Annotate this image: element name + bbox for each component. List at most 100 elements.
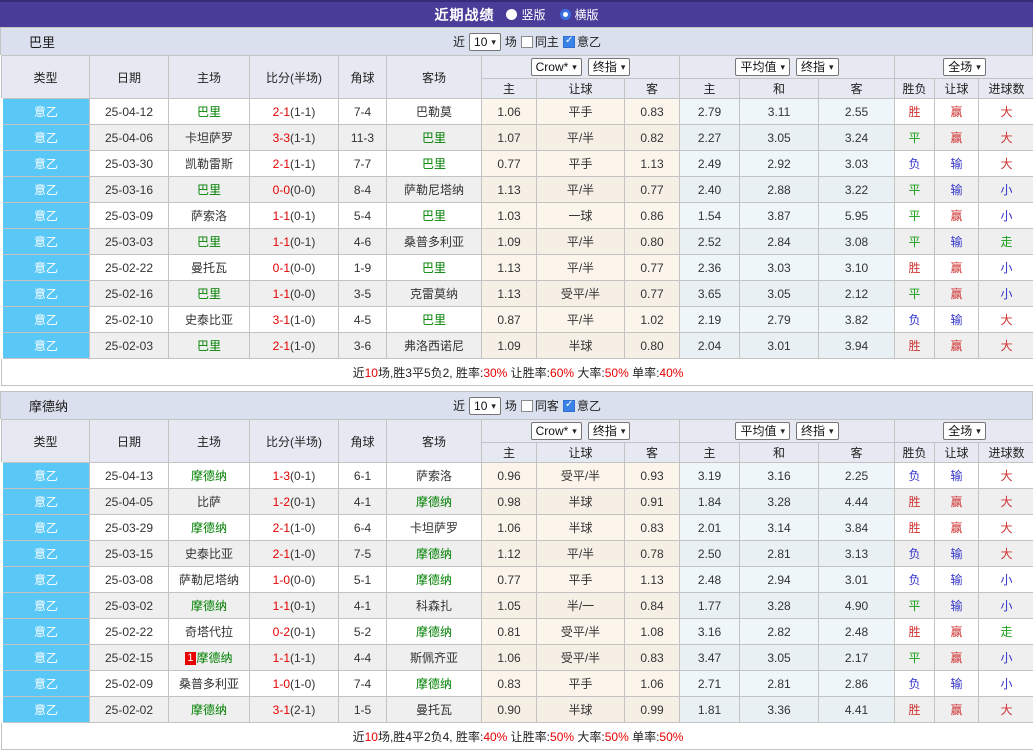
- league-filter-checkbox[interactable]: 意乙: [563, 33, 601, 50]
- score-cell: 1-1(0-0): [250, 281, 339, 307]
- date-cell: 25-02-22: [90, 619, 169, 645]
- filter-suffix-label: 场: [505, 397, 517, 414]
- match-row: 意乙25-04-12巴里2-1(1-1)7-4巴勒莫1.06平手0.832.79…: [2, 99, 1033, 125]
- fulltime-score: 3-3: [273, 131, 290, 145]
- radio-icon: [506, 9, 517, 20]
- summary-text: 50%: [605, 366, 629, 380]
- avg-away-odds-cell: 3.03: [819, 151, 895, 177]
- corners-cell: 5-2: [339, 619, 387, 645]
- halftime-score: (1-1): [290, 651, 315, 665]
- result-goals-cell: 小: [979, 203, 1033, 229]
- avg-select[interactable]: 平均值▾: [735, 58, 790, 76]
- ah-line-cell: 半球: [537, 333, 625, 359]
- same-venue-checkbox[interactable]: 同主: [521, 33, 559, 50]
- avg-time-select[interactable]: 终指▾: [796, 422, 839, 440]
- odds-source-header: Crow*▾ 终指▾: [482, 56, 680, 79]
- team-results-section: 摩德纳 近10▾场同客意乙 类型 日期 主场 比分(半场) 角球 客场 Cro: [0, 391, 1033, 750]
- ah-away-odds-cell: 0.91: [625, 489, 680, 515]
- view-mode-radio[interactable]: 横版: [560, 6, 599, 23]
- halftime-score: (1-0): [290, 677, 315, 691]
- ah-away-odds-cell: 0.84: [625, 593, 680, 619]
- summary-text: 60%: [550, 366, 574, 380]
- date-cell: 25-02-09: [90, 671, 169, 697]
- results-body: 意乙25-04-12巴里2-1(1-1)7-4巴勒莫1.06平手0.832.79…: [2, 99, 1033, 359]
- result-scope-header: 全场▾: [895, 420, 1033, 443]
- avg-draw-odds-cell: 2.94: [740, 567, 819, 593]
- odds-time-select[interactable]: 终指▾: [588, 422, 631, 440]
- scope-select[interactable]: 全场▾: [943, 58, 986, 76]
- home-team-name: 巴里: [197, 339, 221, 353]
- avg-draw-odds-cell: 3.36: [740, 697, 819, 723]
- ah-line-cell: 受平/半: [537, 463, 625, 489]
- avg-select[interactable]: 平均值▾: [735, 422, 790, 440]
- same-venue-checkbox[interactable]: 同客: [521, 397, 559, 414]
- result-handicap-cell: 赢: [935, 515, 979, 541]
- away-team-cell: 巴里: [387, 255, 482, 281]
- result-handicap-cell: 赢: [935, 645, 979, 671]
- checkbox-icon: [563, 36, 575, 48]
- summary-text: 场,胜4平2负4, 胜率:: [378, 730, 483, 744]
- match-row: 意乙25-03-15史泰比亚2-1(1-0)7-5摩德纳1.12平/半0.782…: [2, 541, 1033, 567]
- rounds-select[interactable]: 10▾: [469, 397, 501, 415]
- avg-time-select[interactable]: 终指▾: [796, 58, 839, 76]
- league-cell: 意乙: [2, 645, 90, 671]
- ah-away-odds-cell: 0.82: [625, 125, 680, 151]
- avg-away-odds-cell: 4.41: [819, 697, 895, 723]
- match-row: 意乙25-04-06卡坦萨罗3-3(1-1)11-3巴里1.07平/半0.822…: [2, 125, 1033, 151]
- bookmaker-select[interactable]: Crow*▾: [531, 58, 582, 76]
- result-handicap-cell: 输: [935, 671, 979, 697]
- corners-cell: 3-6: [339, 333, 387, 359]
- corners-cell: 8-4: [339, 177, 387, 203]
- match-row: 意乙25-02-151摩德纳1-1(1-1)4-4斯佩齐亚1.06受平/半0.8…: [2, 645, 1033, 671]
- view-mode-radio[interactable]: 竖版: [506, 6, 545, 23]
- ah-line-cell: 半球: [537, 515, 625, 541]
- halftime-score: (2-1): [290, 703, 315, 717]
- league-filter-checkbox[interactable]: 意乙: [563, 397, 601, 414]
- ah-away-odds-cell: 0.77: [625, 255, 680, 281]
- result-goals-cell: 走: [979, 619, 1033, 645]
- date-cell: 25-03-16: [90, 177, 169, 203]
- corners-cell: 4-4: [339, 645, 387, 671]
- result-goals-cell: 小: [979, 671, 1033, 697]
- match-row: 意乙25-03-09萨索洛1-1(0-1)5-4巴里1.03一球0.861.54…: [2, 203, 1033, 229]
- fulltime-score: 2-1: [273, 339, 290, 353]
- select-value: Crow*: [536, 60, 569, 74]
- score-cell: 1-3(0-1): [250, 463, 339, 489]
- odds-time-select[interactable]: 终指▾: [588, 58, 631, 76]
- avg-home-odds-cell: 1.81: [680, 697, 740, 723]
- avg-away-odds-cell: 2.55: [819, 99, 895, 125]
- select-value: 全场: [948, 60, 972, 74]
- away-team-cell: 摩德纳: [387, 567, 482, 593]
- home-team-name: 曼托瓦: [191, 261, 227, 275]
- checkbox-label: 同主: [535, 33, 559, 50]
- fulltime-score: 1-3: [273, 469, 290, 483]
- result-handicap-cell: 赢: [935, 255, 979, 281]
- result-outcome-cell: 胜: [895, 255, 935, 281]
- away-team-cell: 巴里: [387, 203, 482, 229]
- ah-home-odds-cell: 1.09: [482, 229, 537, 255]
- scope-select[interactable]: 全场▾: [943, 422, 986, 440]
- league-cell: 意乙: [2, 151, 90, 177]
- bookmaker-select[interactable]: Crow*▾: [531, 422, 582, 440]
- halftime-score: (0-1): [290, 209, 315, 223]
- ah-line-cell: 半球: [537, 697, 625, 723]
- home-team-name: 摩德纳: [197, 651, 233, 665]
- result-goals-cell: 大: [979, 99, 1033, 125]
- fulltime-score: 3-1: [273, 313, 290, 327]
- score-cell: 1-2(0-1): [250, 489, 339, 515]
- ah-home-odds-cell: 1.05: [482, 593, 537, 619]
- ah-away-odds-cell: 0.86: [625, 203, 680, 229]
- halftime-score: (1-1): [290, 131, 315, 145]
- result-handicap-cell: 赢: [935, 125, 979, 151]
- rounds-select[interactable]: 10▾: [469, 33, 501, 51]
- fulltime-score: 1-2: [273, 495, 290, 509]
- fulltime-score: 2-1: [273, 521, 290, 535]
- subcol-ah-home: 主: [482, 443, 537, 463]
- score-cell: 3-1(2-1): [250, 697, 339, 723]
- avg-away-odds-cell: 2.12: [819, 281, 895, 307]
- match-row: 意乙25-02-22奇塔代拉0-2(0-1)5-2摩德纳0.81受平/半1.08…: [2, 619, 1033, 645]
- halftime-score: (1-0): [290, 313, 315, 327]
- ah-away-odds-cell: 0.83: [625, 645, 680, 671]
- avg-away-odds-cell: 3.94: [819, 333, 895, 359]
- date-cell: 25-02-15: [90, 645, 169, 671]
